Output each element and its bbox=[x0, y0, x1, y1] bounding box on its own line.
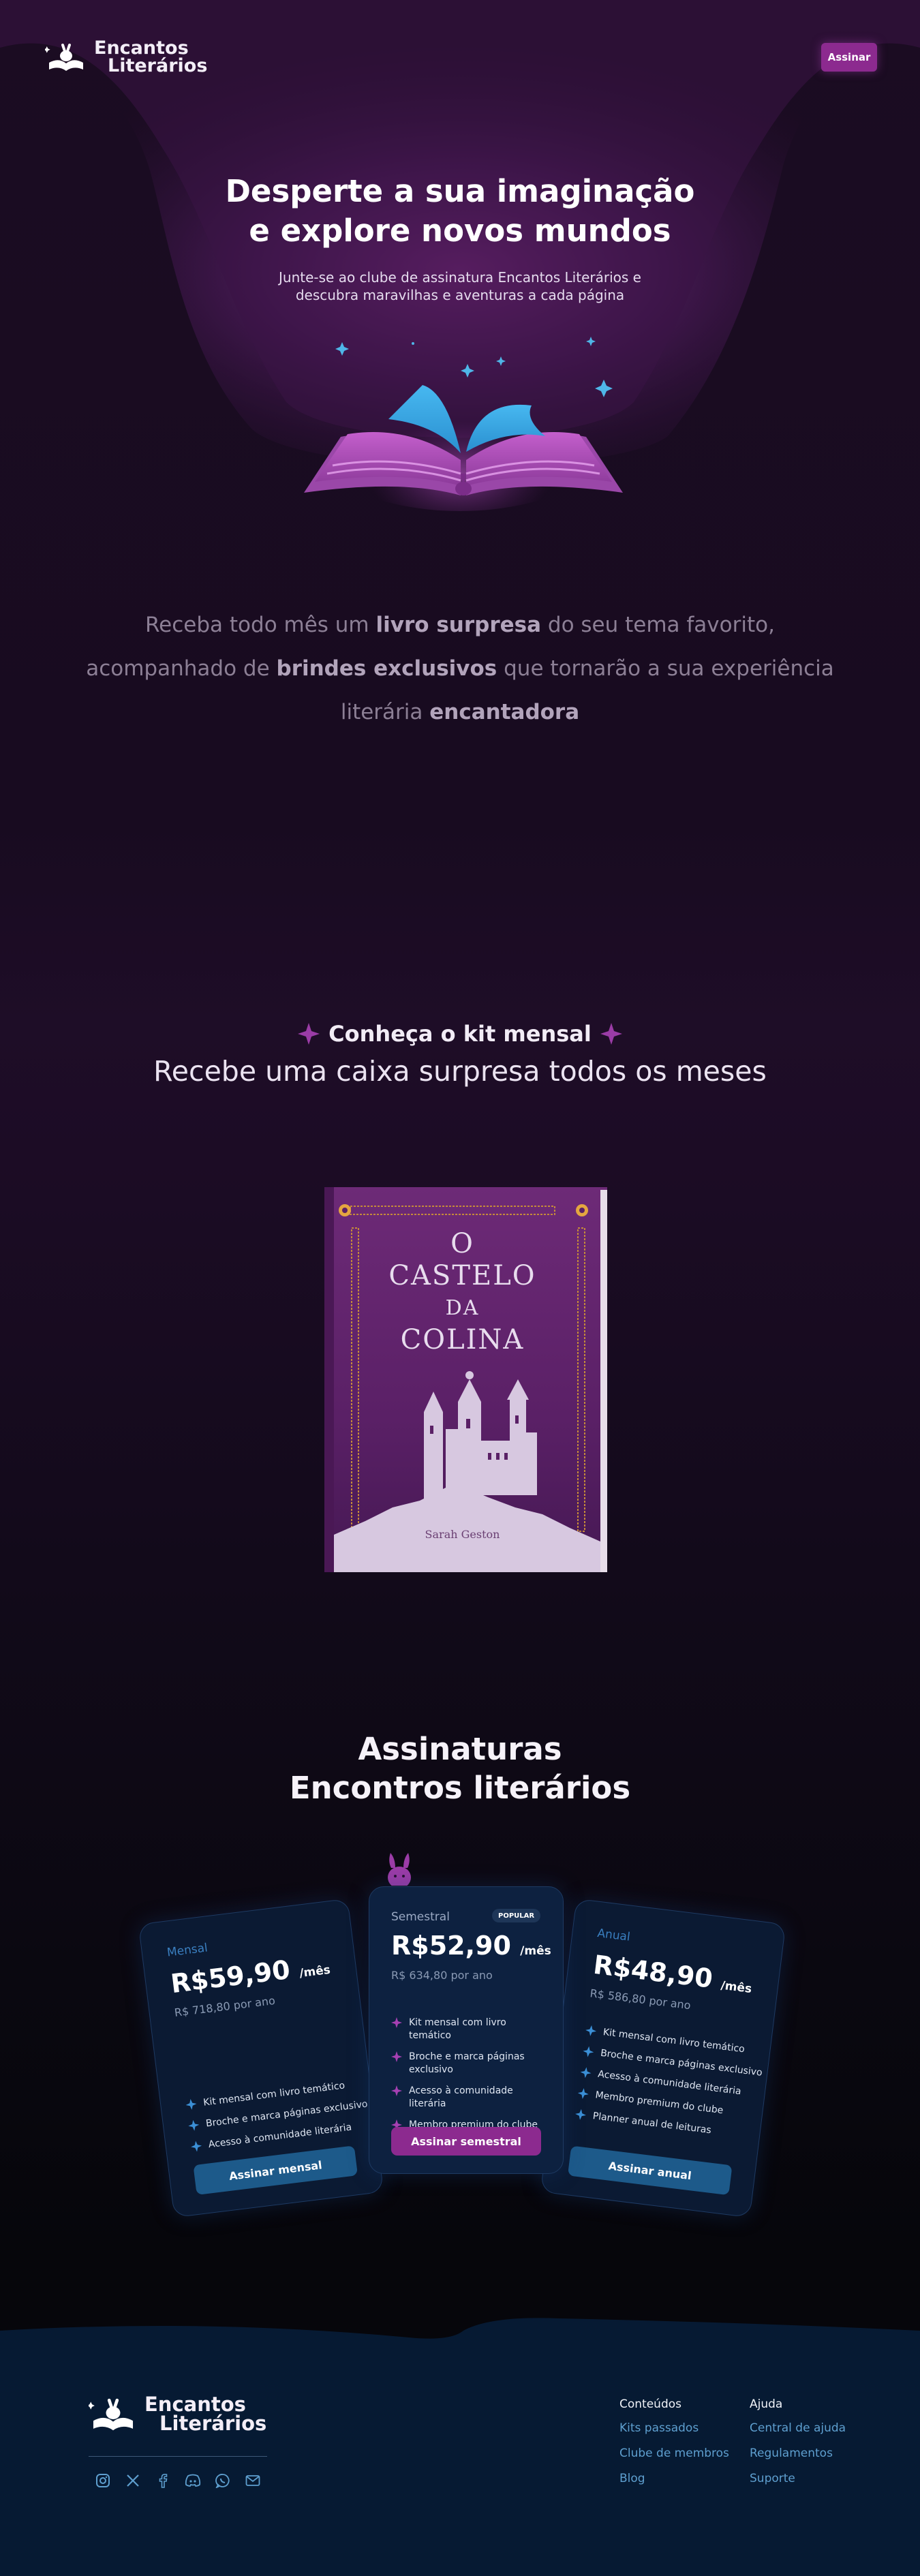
whatsapp-icon[interactable] bbox=[215, 2472, 231, 2489]
hero-title: Desperte a sua imaginação e explore novo… bbox=[0, 172, 920, 251]
open-book-illustration bbox=[304, 385, 623, 495]
kit-title-text: Conheça o kit mensal bbox=[328, 1021, 592, 1047]
discord-icon[interactable] bbox=[185, 2472, 201, 2489]
plan-features: Kit mensal com livro temático Broche e m… bbox=[391, 2017, 548, 2132]
book-title-line3: DA bbox=[445, 1296, 480, 1320]
plan-features: Kit mensal com livro temático Broche e m… bbox=[574, 2024, 765, 2143]
sparkle-bullet-icon bbox=[575, 2109, 586, 2120]
sparkle-icon bbox=[298, 1023, 320, 1045]
subscribe-button[interactable]: Assinar bbox=[821, 43, 877, 72]
x-icon[interactable] bbox=[125, 2472, 141, 2489]
bunny-book-icon bbox=[45, 43, 83, 71]
feature-text: Acesso à comunidade literária bbox=[409, 2085, 513, 2109]
feature-text: Broche e marca páginas exclusivo bbox=[409, 2051, 525, 2075]
book-author: Sarah Geston bbox=[425, 1528, 500, 1541]
plan-card-annual[interactable]: Anual R$48,90 /mês R$ 586,80 por ano Kit… bbox=[540, 1898, 786, 2218]
footer-column-title: Conteúdos bbox=[619, 2397, 681, 2411]
hero-subtitle: Junte-se ao clube de assinatura Encantos… bbox=[0, 269, 920, 304]
hero-title-line2: e explore novos mundos bbox=[249, 213, 671, 249]
plan-price: R$59,90 /mês bbox=[169, 1950, 331, 1999]
book-title: O CASTELO DA COLINA bbox=[324, 1228, 600, 1356]
sparkle-icon bbox=[600, 1023, 622, 1045]
plans-title-line1: Assinaturas bbox=[358, 1731, 562, 1767]
bunny-mascot-icon bbox=[388, 1853, 411, 1886]
hero-title-line1: Desperte a sua imaginação bbox=[225, 173, 695, 209]
plan-features: Kit mensal com livro temático Broche e m… bbox=[185, 2077, 371, 2154]
book-title-line1: O bbox=[450, 1228, 474, 1259]
hero-subtitle-line1: Junte-se ao clube de assinatura Encantos… bbox=[279, 269, 641, 286]
sparkle-bullet-icon bbox=[577, 2088, 589, 2100]
footer-link-regulations[interactable]: Regulamentos bbox=[750, 2447, 846, 2460]
plan-price-unit: /mês bbox=[520, 1944, 551, 1958]
intro-bold-3: encantadora bbox=[429, 700, 580, 724]
plan-yearly-price: R$ 634,80 por ano bbox=[391, 1969, 493, 1982]
book-title-line4: COLINA bbox=[400, 1324, 525, 1355]
subscribe-monthly-button[interactable]: Assinar mensal bbox=[193, 2145, 358, 2195]
popular-badge: POPULAR bbox=[492, 1909, 541, 1922]
footer-brand-logo[interactable]: Encantos Literários bbox=[89, 2395, 266, 2434]
subscribe-semester-button[interactable]: Assinar semestral bbox=[391, 2127, 541, 2156]
plan-yearly-price: R$ 718,80 por ano bbox=[173, 1993, 276, 2019]
sparkle-bullet-icon bbox=[585, 2025, 597, 2036]
sparkle-bullet-icon bbox=[391, 2051, 402, 2062]
hero-subtitle-line2: descubra maravilhas e aventuras a cada p… bbox=[295, 287, 625, 303]
social-icons bbox=[95, 2472, 261, 2489]
plan-price-unit: /mês bbox=[298, 1963, 331, 1981]
sparkle-bullet-icon bbox=[191, 2141, 202, 2152]
sparkle-bullet-icon bbox=[391, 2017, 402, 2028]
sparkle-bullet-icon bbox=[580, 2067, 592, 2079]
brand-logo[interactable]: Encantos Literários bbox=[45, 37, 208, 76]
plan-feature: Kit mensal com livro temático bbox=[391, 2017, 548, 2042]
plan-card-monthly[interactable]: Mensal R$59,90 /mês R$ 718,80 por ano Ki… bbox=[138, 1898, 384, 2218]
instagram-icon[interactable] bbox=[95, 2472, 111, 2489]
brand-name-line1: Encantos bbox=[94, 37, 189, 59]
plan-price: R$52,90 /mês bbox=[391, 1931, 551, 1961]
plan-price-value: R$59,90 bbox=[169, 1954, 292, 1999]
intro-text-1: Receba todo mês um bbox=[145, 613, 376, 637]
footer-link-help-center[interactable]: Central de ajuda bbox=[750, 2421, 846, 2435]
plan-price-value: R$48,90 bbox=[592, 1949, 715, 1994]
footer-column-content: Conteúdos Kits passados Clube de membros… bbox=[619, 2397, 729, 2497]
intro-bold-1: livro surpresa bbox=[375, 613, 542, 637]
plans-title: Assinaturas Encontros literários bbox=[0, 1730, 920, 1807]
bunny-book-icon bbox=[89, 2398, 134, 2431]
plan-name: Semestral bbox=[391, 1910, 450, 1924]
footer-brand-line2: Literários bbox=[159, 2412, 267, 2435]
kit-subtitle: Recebe uma caixa surpresa todos os meses bbox=[153, 1055, 767, 1088]
book-title-line2: CASTELO bbox=[388, 1260, 536, 1291]
subscribe-annual-button[interactable]: Assinar anual bbox=[567, 2145, 733, 2196]
sparkle-bullet-icon bbox=[583, 2046, 594, 2057]
book-cover: O CASTELO DA COLINA Sarah Geston bbox=[324, 1187, 607, 1572]
mail-icon[interactable] bbox=[245, 2472, 261, 2489]
plan-card-semester[interactable]: Semestral POPULAR R$52,90 /mês R$ 634,80… bbox=[369, 1886, 564, 2174]
sparkle-bullet-icon bbox=[185, 2099, 197, 2110]
plan-price-value: R$52,90 bbox=[391, 1931, 511, 1961]
footer-link-blog[interactable]: Blog bbox=[619, 2472, 729, 2485]
plan-name: Mensal bbox=[166, 1941, 209, 1960]
plan-name: Anual bbox=[596, 1926, 631, 1944]
footer-link-past-kits[interactable]: Kits passados bbox=[619, 2421, 729, 2435]
plan-price-unit: /mês bbox=[720, 1978, 753, 1997]
sparkle-bullet-icon bbox=[188, 2119, 200, 2131]
brand-name-line2: Literários bbox=[108, 55, 208, 76]
intro-bold-2: brindes exclusivos bbox=[276, 656, 497, 681]
intro-paragraph: Receba todo mês um livro surpresa do seu… bbox=[68, 603, 852, 734]
footer-link-members-club[interactable]: Clube de membros bbox=[619, 2447, 729, 2460]
footer-link-support[interactable]: Suporte bbox=[750, 2472, 846, 2485]
footer-divider bbox=[89, 2456, 267, 2457]
footer-column-help: Ajuda Central de ajuda Regulamentos Supo… bbox=[750, 2397, 846, 2497]
footer-column-title: Ajuda bbox=[750, 2397, 783, 2411]
plan-yearly-price: R$ 586,80 por ano bbox=[589, 1987, 692, 2012]
sparkle-bullet-icon bbox=[391, 2085, 402, 2096]
facebook-icon[interactable] bbox=[155, 2472, 171, 2489]
plan-feature: Acesso à comunidade literária bbox=[391, 2085, 548, 2111]
plan-feature: Broche e marca páginas exclusivo bbox=[391, 2051, 548, 2076]
plans-title-line2: Encontros literários bbox=[289, 1770, 631, 1806]
kit-title: Conheça o kit mensal bbox=[0, 1021, 920, 1047]
feature-text: Kit mensal com livro temático bbox=[409, 2017, 506, 2041]
